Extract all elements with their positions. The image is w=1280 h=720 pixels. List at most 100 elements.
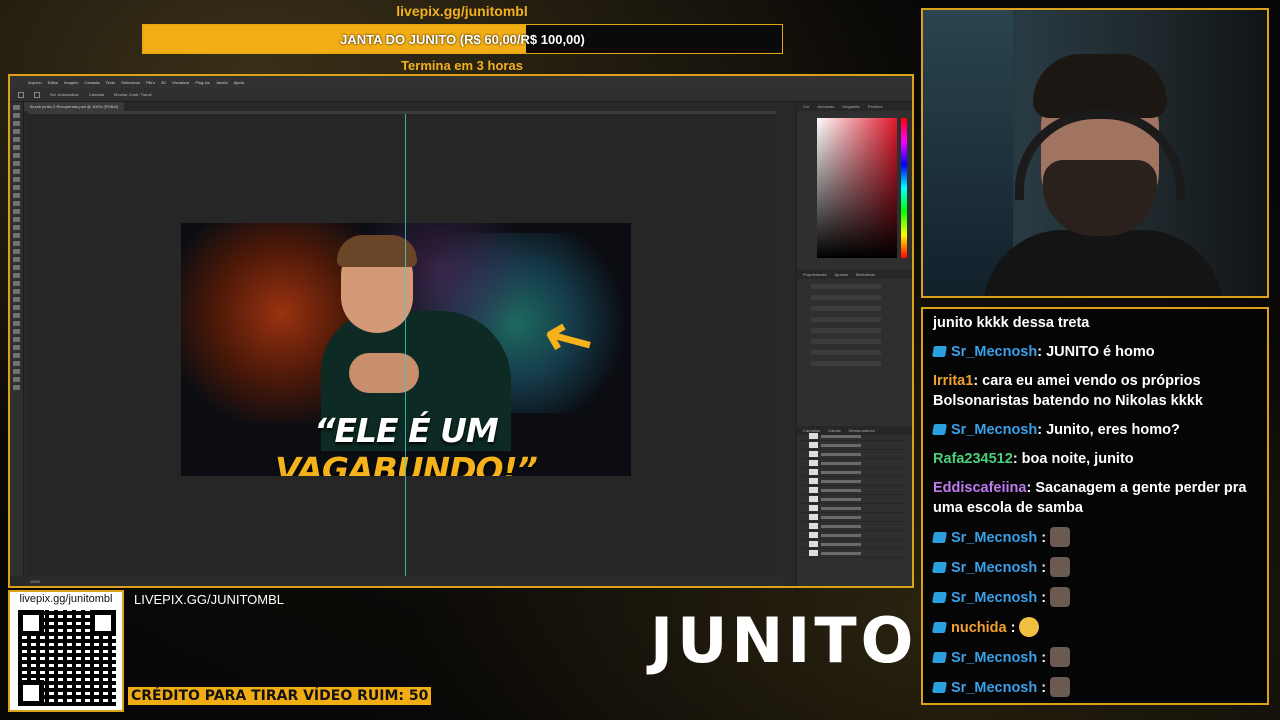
property-row[interactable] [811,284,881,289]
tool-icon[interactable] [13,289,20,294]
tool-icon[interactable] [13,353,20,358]
property-row[interactable] [811,295,881,300]
panel-tab[interactable]: Amostras [817,104,834,109]
layer-row[interactable] [801,468,908,477]
tool-icon[interactable] [13,233,20,238]
layer-name [821,497,861,501]
tool-icon[interactable] [13,265,20,270]
menu-item[interactable]: Camada [84,80,99,85]
tool-icon[interactable] [13,241,20,246]
property-row[interactable] [811,317,881,322]
chat-username[interactable]: Irrita1 [933,373,973,389]
layer-row[interactable] [801,459,908,468]
tool-icon[interactable] [13,345,20,350]
menu-item[interactable]: Filtro [146,80,155,85]
tool-icon[interactable] [13,129,20,134]
chat-username[interactable]: Sr_Mecnosh [951,680,1037,696]
tool-icon[interactable] [13,337,20,342]
menu-item[interactable]: Visualizar [172,80,189,85]
chat-username[interactable]: Sr_Mecnosh [951,650,1037,666]
layer-row[interactable] [801,522,908,531]
tool-icon[interactable] [13,273,20,278]
property-row[interactable] [811,350,881,355]
guide-line[interactable] [405,114,406,580]
tool-icon[interactable] [13,225,20,230]
layer-row[interactable] [801,450,908,459]
tool-icon[interactable] [13,201,20,206]
layer-row[interactable] [801,486,908,495]
property-row[interactable] [811,328,881,333]
document-tab[interactable]: thumb junito 2-Recuperado.psd @ 100% (RG… [24,102,125,111]
tool-icon[interactable] [13,385,20,390]
tool-icon[interactable] [13,105,20,110]
tool-icon[interactable] [13,321,20,326]
layer-select[interactable]: Camada [89,92,104,97]
tool-icon[interactable] [13,313,20,318]
property-row[interactable] [811,361,881,366]
tool-icon[interactable] [13,361,20,366]
move-tool-icon[interactable] [34,91,40,98]
menu-item[interactable]: Ajuda [234,80,244,85]
chat-username[interactable]: Sr_Mecnosh [951,530,1037,546]
layer-row[interactable] [801,549,908,558]
menu-item[interactable]: Editar [48,80,58,85]
home-icon[interactable] [18,91,24,98]
tool-icon[interactable] [13,217,20,222]
menu-item[interactable]: Arquivo [28,80,42,85]
menu-item[interactable]: Janela [216,80,228,85]
layer-row[interactable] [801,477,908,486]
tool-icon[interactable] [13,369,20,374]
layer-name [821,443,861,447]
tool-icon[interactable] [13,297,20,302]
tool-icon[interactable] [13,329,20,334]
tool-icon[interactable] [13,145,20,150]
menu-item[interactable]: Selecionar [121,80,140,85]
layer-row[interactable] [801,441,908,450]
tool-icon[interactable] [13,161,20,166]
auto-select-option[interactable]: Sel. Automática: [50,92,79,97]
tool-icon[interactable] [13,281,20,286]
thumbnail-artwork[interactable]: ↖ “ELE É UM VAGABUNDO!” [181,223,631,476]
tool-icon[interactable] [13,377,20,382]
menu-item[interactable]: Texto [106,80,116,85]
transform-controls-option[interactable]: Mostrar Contr. Transf. [114,92,153,97]
chat-username[interactable]: Rafa234512 [933,451,1013,467]
color-picker-field[interactable] [817,118,897,258]
tool-icon[interactable] [13,113,20,118]
panel-tab[interactable]: Bibliotecas [856,272,875,277]
chat-username[interactable]: Sr_Mecnosh [951,590,1037,606]
layer-row[interactable] [801,495,908,504]
tool-icon[interactable] [13,305,20,310]
menu-item[interactable]: Imagem [64,80,78,85]
panel-tab[interactable]: Padrões [868,104,883,109]
tool-icon[interactable] [13,193,20,198]
tool-icon[interactable] [13,209,20,214]
property-row[interactable] [811,306,881,311]
panel-tab[interactable]: Cor [803,104,809,109]
panel-tab[interactable]: Propriedades [803,272,827,277]
chat-username[interactable]: Sr_Mecnosh [951,560,1037,576]
layer-row[interactable] [801,504,908,513]
tool-icon[interactable] [13,121,20,126]
menu-item[interactable]: Plug-ins [195,80,209,85]
property-row[interactable] [811,339,881,344]
layer-row[interactable] [801,531,908,540]
layer-row[interactable] [801,513,908,522]
layer-row[interactable] [801,540,908,549]
tool-icon[interactable] [13,177,20,182]
chat-username[interactable]: Eddiscafeiina [933,480,1026,496]
panel-tab[interactable]: Ajustes [835,272,848,277]
layer-row[interactable] [801,432,908,441]
chat-username[interactable]: Sr_Mecnosh [951,344,1037,360]
menu-item[interactable]: 3D [161,80,166,85]
chat-username[interactable]: Sr_Mecnosh [951,422,1037,438]
hue-slider[interactable] [901,118,907,258]
tool-icon[interactable] [13,153,20,158]
tool-icon[interactable] [13,169,20,174]
chat-username[interactable]: nuchida [951,620,1007,636]
tool-icon[interactable] [13,249,20,254]
tool-icon[interactable] [13,137,20,142]
tool-icon[interactable] [13,257,20,262]
panel-tab[interactable]: Degradês [842,104,859,109]
tool-icon[interactable] [13,185,20,190]
